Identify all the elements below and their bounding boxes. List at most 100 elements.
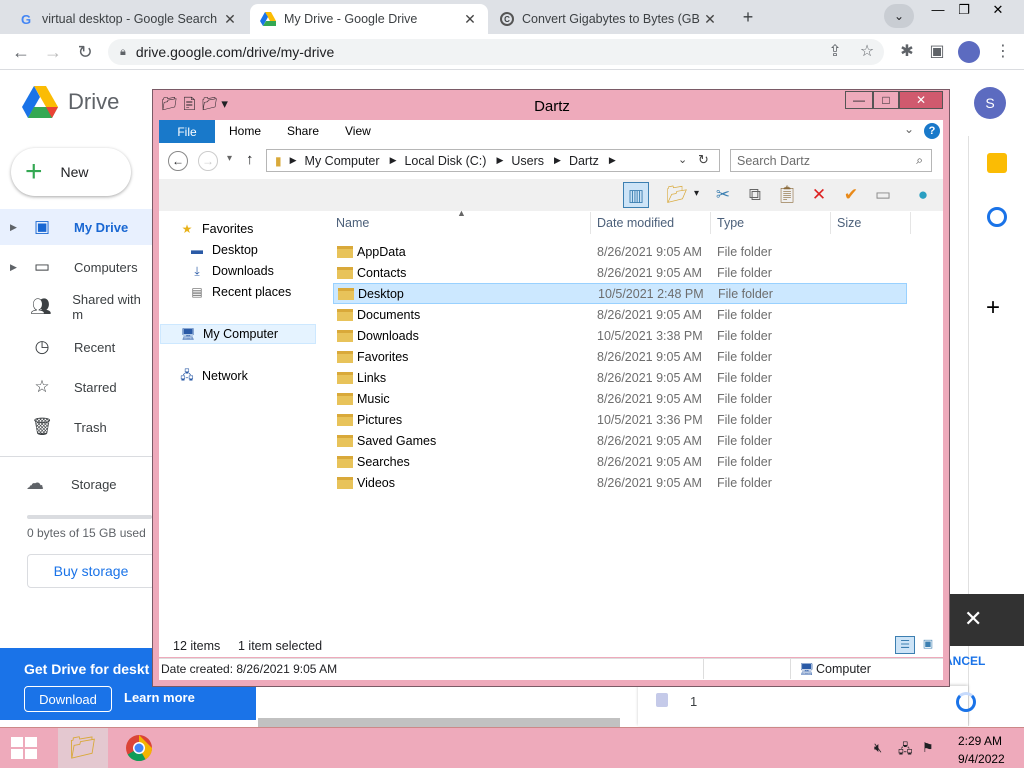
breadcrumb-dartz[interactable]: Dartz — [569, 154, 599, 168]
bookmark-star-icon[interactable]: ☆ — [852, 34, 882, 70]
breadcrumb-my-computer[interactable]: My Computer — [305, 154, 380, 168]
new-tab-button[interactable]: + — [734, 6, 762, 28]
nav-network[interactable]: 🖧︎ Network — [178, 366, 248, 386]
table-row[interactable]: Links 8/26/2021 9:05 AM File folder — [333, 367, 907, 388]
back-button[interactable]: ← — [6, 34, 36, 70]
extensions-icon[interactable]: ✱ — [892, 34, 922, 70]
nav-my-computer[interactable]: 🖥︎ My Computer — [160, 324, 316, 344]
column-size[interactable]: Size — [837, 216, 861, 230]
table-row[interactable]: Music 8/26/2021 9:05 AM File folder — [333, 388, 907, 409]
table-row[interactable]: Searches 8/26/2021 9:05 AM File folder — [333, 451, 907, 472]
table-row[interactable]: Desktop 10/5/2021 2:48 PM File folder — [333, 283, 907, 304]
checkmark-icon[interactable]: ✔ — [838, 182, 864, 208]
table-row[interactable]: Contacts 8/26/2021 9:05 AM File folder — [333, 262, 907, 283]
clock-time[interactable]: 2:29 AM — [958, 734, 1002, 748]
preview-pane-icon[interactable]: ▥ — [623, 182, 649, 208]
breadcrumb-local-disk[interactable]: Local Disk (C:) — [404, 154, 486, 168]
column-type[interactable]: Type — [717, 216, 744, 230]
address-bar[interactable]: 🔒︎ drive.google.com/drive/my-drive — [108, 39, 884, 65]
details-view-icon[interactable]: ☰ — [895, 636, 915, 654]
cut-icon[interactable]: ✂ — [710, 182, 736, 208]
open-folder-icon[interactable]: 📂︎ — [664, 182, 690, 208]
sidebar-item-recent[interactable]: ◷ Recent — [0, 329, 152, 365]
clock-date[interactable]: 9/4/2022 — [958, 752, 1005, 766]
taskbar-chrome[interactable] — [114, 728, 164, 768]
close-window-button[interactable]: ✕ — [899, 91, 943, 109]
delete-icon[interactable]: ✕ — [806, 182, 832, 208]
action-center-icon[interactable]: ⚑ — [922, 740, 934, 756]
tab-share[interactable]: Share — [287, 124, 319, 138]
forward-button[interactable]: → — [38, 34, 68, 70]
horizontal-scrollbar[interactable] — [258, 718, 620, 727]
volume-muted-icon[interactable]: 🔇︎ — [874, 740, 882, 756]
network-tray-icon[interactable]: 🖧︎ — [898, 740, 913, 762]
column-divider[interactable] — [590, 212, 591, 234]
tab-home[interactable]: Home — [229, 124, 261, 138]
table-row[interactable]: Videos 8/26/2021 9:05 AM File folder — [333, 472, 907, 493]
tab-search-button[interactable]: ⌄ — [884, 4, 914, 28]
close-icon[interactable]: ✕ — [964, 606, 982, 632]
keep-icon[interactable] — [987, 153, 1007, 173]
taskbar-file-explorer[interactable]: 📁︎ — [58, 728, 108, 768]
menu-icon[interactable]: ⋮ — [988, 34, 1018, 70]
table-row[interactable]: Saved Games 8/26/2021 9:05 AM File folder — [333, 430, 907, 451]
sidebar-item-my-drive[interactable]: ▶ ▣ My Drive — [0, 209, 152, 245]
breadcrumb-users[interactable]: Users — [511, 154, 544, 168]
breadcrumb[interactable]: ▮ ▶ My Computer ▶ Local Disk (C:) ▶ User… — [266, 149, 720, 172]
search-input[interactable]: Search Dartz ⌕ — [730, 149, 932, 172]
sidebar-item-starred[interactable]: ☆ Starred — [0, 369, 152, 405]
tab-google-search[interactable]: G virtual desktop - Google Search ✕ — [8, 4, 248, 34]
ribbon-expand-icon[interactable]: ⌄ — [904, 122, 914, 136]
copy-icon[interactable]: ⧉ — [742, 182, 768, 208]
cancel-button[interactable]: ANCEL — [944, 654, 985, 668]
storage-label[interactable]: Storage — [71, 477, 117, 492]
new-button[interactable]: + New — [11, 148, 131, 196]
forward-button[interactable]: → — [198, 151, 218, 171]
large-icons-view-icon[interactable]: ▣ — [920, 636, 936, 654]
sidebar-item-shared[interactable]: 👥︎ Shared with m — [0, 289, 152, 325]
table-row[interactable]: Downloads 10/5/2021 3:38 PM File folder — [333, 325, 907, 346]
back-button[interactable]: ← — [168, 151, 188, 171]
nav-recent-places[interactable]: ▤ Recent places — [188, 282, 291, 302]
column-date-modified[interactable]: Date modified — [597, 216, 674, 230]
table-row[interactable]: Favorites 8/26/2021 9:05 AM File folder — [333, 346, 907, 367]
nav-desktop[interactable]: ▬ Desktop — [188, 240, 258, 260]
start-button[interactable] — [0, 728, 48, 768]
close-window-button[interactable]: ✕ — [982, 0, 1014, 20]
address-dropdown-icon[interactable]: ⌄ — [678, 153, 687, 166]
sidebar-item-computers[interactable]: ▶ ▭ Computers — [0, 249, 152, 285]
tab-converter[interactable]: C Convert Gigabytes to Bytes (GB ✕ — [490, 4, 728, 34]
avatar[interactable]: S — [974, 87, 1006, 119]
globe-icon[interactable]: ● — [910, 182, 936, 208]
expand-icon[interactable]: ▶ — [10, 262, 22, 273]
promo-download-button[interactable]: Download — [24, 686, 112, 712]
table-row[interactable]: Documents 8/26/2021 9:05 AM File folder — [333, 304, 907, 325]
refresh-icon[interactable]: ↻ — [698, 152, 709, 168]
restore-button[interactable]: ❐ — [948, 0, 980, 20]
expand-icon[interactable]: ▶ — [10, 222, 22, 233]
dropdown-icon[interactable]: ▾ — [694, 188, 699, 199]
close-tab-icon[interactable]: ✕ — [462, 11, 478, 28]
share-icon[interactable]: ⇪ — [820, 34, 850, 70]
column-divider[interactable] — [830, 212, 831, 234]
column-divider[interactable] — [910, 212, 911, 234]
add-addon-icon[interactable]: + — [986, 294, 1000, 322]
quick-access-toolbar[interactable]: 📁︎ 📄︎ 📁︎ ▾ — [161, 96, 228, 112]
up-button[interactable]: ↑ — [246, 151, 254, 168]
paste-icon[interactable]: 📋︎ — [774, 182, 800, 208]
side-panel-icon[interactable]: ▣ — [922, 34, 952, 70]
tab-my-drive[interactable]: My Drive - Google Drive ✕ — [250, 4, 488, 34]
sidebar-item-trash[interactable]: 🗑︎ Trash — [0, 409, 152, 445]
promo-learn-more-link[interactable]: Learn more — [124, 690, 195, 705]
tab-view[interactable]: View — [345, 124, 371, 138]
column-name[interactable]: Name — [336, 216, 369, 230]
table-row[interactable]: AppData 8/26/2021 9:05 AM File folder — [333, 241, 907, 262]
nav-downloads[interactable]: ⤓ Downloads — [188, 261, 274, 281]
nav-favorites[interactable]: ★ Favorites — [178, 219, 254, 239]
profile-icon[interactable] — [958, 41, 980, 63]
buy-storage-button[interactable]: Buy storage — [27, 554, 155, 588]
recent-locations-icon[interactable]: ▾ — [227, 153, 232, 164]
help-icon[interactable]: ? — [924, 123, 940, 139]
tab-file[interactable]: File — [159, 120, 215, 143]
minimize-button[interactable]: — — [845, 91, 873, 109]
